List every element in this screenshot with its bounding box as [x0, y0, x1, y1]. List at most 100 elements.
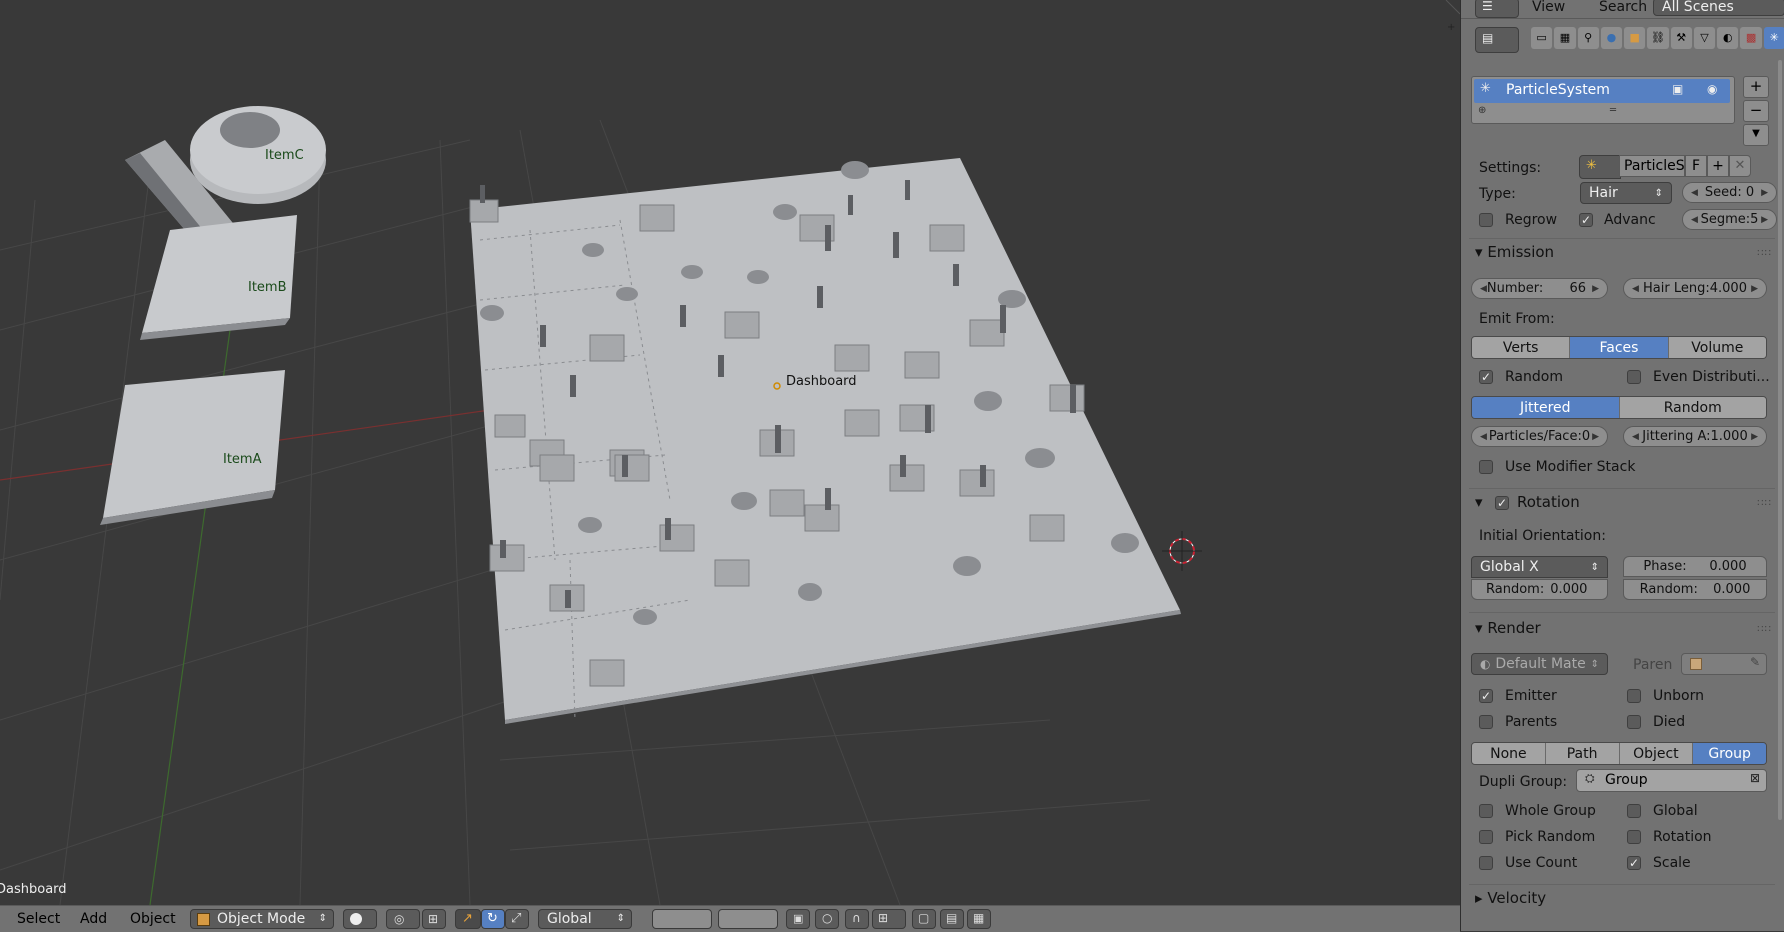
emitter-checkbox[interactable]: ✓: [1479, 689, 1493, 703]
rotation-checkbox[interactable]: [1627, 830, 1641, 844]
3d-viewport[interactable]: + ItemC ItemB ItemA Dashboard Dashboard: [0, 0, 1460, 905]
use-modifier-stack-checkbox[interactable]: [1479, 460, 1493, 474]
material-dropdown[interactable]: ◐ Default Mate ⇕: [1471, 653, 1608, 675]
render-camera-icon[interactable]: ▣: [1672, 82, 1683, 96]
pick-random-checkbox[interactable]: [1479, 830, 1493, 844]
unlink-settings-button[interactable]: ✕: [1729, 155, 1751, 177]
distribution-random-button[interactable]: Random: [1619, 397, 1766, 418]
snap-element-button[interactable]: ⊞: [872, 909, 906, 929]
render-as-path-button[interactable]: Path: [1545, 743, 1620, 764]
particles-per-face-field[interactable]: ◀ Particles/Face:0 ▶: [1471, 426, 1608, 447]
remove-particle-system-button[interactable]: −: [1743, 100, 1769, 122]
render-animation-button[interactable]: ▤: [940, 909, 964, 929]
menu-add[interactable]: Add: [80, 911, 107, 927]
jittering-amount-field[interactable]: ◀ Jittering A:1.000 ▶: [1623, 426, 1767, 447]
random-checkbox[interactable]: ✓: [1479, 370, 1493, 384]
proportional-edit-button[interactable]: ○: [815, 909, 839, 929]
manipulator-toggle[interactable]: ⊞: [422, 909, 446, 929]
drag-grip-icon[interactable]: ∷∷: [1757, 624, 1772, 635]
emission-panel-header[interactable]: ▾ Emission: [1475, 243, 1554, 261]
settings-browse-button[interactable]: ✳: [1579, 155, 1621, 179]
opengl-render-button[interactable]: ▢: [912, 909, 936, 929]
segments-field[interactable]: ◀ Segme:5 ▶: [1682, 209, 1777, 230]
render-as-object-button[interactable]: Object: [1619, 743, 1694, 764]
menu-view[interactable]: View: [1532, 0, 1565, 15]
global-checkbox[interactable]: [1627, 804, 1641, 818]
decrement-arrow-icon[interactable]: ◀: [1480, 432, 1487, 442]
scale-manipulator-button[interactable]: ⤢: [505, 909, 529, 929]
mode-selector[interactable]: Object Mode ⇕: [190, 909, 334, 929]
menu-select[interactable]: Select: [17, 911, 60, 927]
scene-tab-icon[interactable]: ⚲: [1577, 27, 1599, 49]
fake-user-button[interactable]: F: [1685, 155, 1707, 177]
snap-toggle[interactable]: ∩: [845, 909, 869, 929]
whole-group-checkbox[interactable]: [1479, 804, 1493, 818]
rotation-enabled-checkbox[interactable]: ✓: [1495, 496, 1509, 510]
emit-from-volume-button[interactable]: Volume: [1668, 337, 1766, 358]
orientation-random-field[interactable]: Random: 0.000: [1471, 579, 1608, 600]
filter-icon[interactable]: ⊕: [1478, 105, 1486, 116]
decrement-arrow-icon[interactable]: ◀: [1480, 284, 1487, 294]
initial-orientation-dropdown[interactable]: Global X ⇕: [1471, 556, 1608, 578]
use-count-checkbox[interactable]: [1479, 856, 1493, 870]
parents-checkbox[interactable]: [1479, 715, 1493, 729]
settings-name-field[interactable]: ParticleSe: [1619, 155, 1685, 177]
advanced-checkbox[interactable]: ✓: [1579, 213, 1593, 227]
render-layers-tab-icon[interactable]: ▦: [1554, 27, 1576, 49]
render-panel-header[interactable]: ▾ Render: [1475, 619, 1541, 637]
add-particle-system-button[interactable]: +: [1743, 76, 1769, 98]
increment-arrow-icon[interactable]: ▶: [1761, 188, 1768, 198]
increment-arrow-icon[interactable]: ▶: [1761, 215, 1768, 225]
render-as-none-button[interactable]: None: [1472, 743, 1546, 764]
hair-length-field[interactable]: ◀ Hair Leng:4.000 ▶: [1623, 278, 1767, 299]
world-tab-icon[interactable]: ●: [1600, 27, 1623, 49]
editor-type-button[interactable]: ☰: [1475, 0, 1519, 18]
drag-grip-icon[interactable]: ∷∷: [1757, 248, 1772, 259]
died-checkbox[interactable]: [1627, 715, 1641, 729]
specials-menu-button[interactable]: ▼: [1743, 124, 1769, 146]
pivot-point-button[interactable]: ◎: [386, 909, 420, 929]
menu-object[interactable]: Object: [130, 911, 176, 927]
emit-from-verts-button[interactable]: Verts: [1472, 337, 1571, 358]
even-distribution-checkbox[interactable]: [1627, 370, 1641, 384]
decrement-arrow-icon[interactable]: ◀: [1632, 284, 1639, 294]
resize-grip-icon[interactable]: ═: [1610, 105, 1616, 116]
layers-group-2[interactable]: [718, 909, 778, 929]
particle-system-item[interactable]: ✳ ParticleSystem ▣ ◉: [1474, 79, 1730, 103]
material-tab-icon[interactable]: ◐: [1717, 27, 1739, 49]
drag-grip-icon[interactable]: ∷∷: [1757, 498, 1772, 509]
clear-icon[interactable]: ⊠: [1750, 771, 1760, 785]
extra-tool-button[interactable]: ▦: [967, 909, 991, 929]
decrement-arrow-icon[interactable]: ◀: [1691, 215, 1698, 225]
constraints-tab-icon[interactable]: ⛓: [1647, 27, 1669, 49]
properties-editor-type-button[interactable]: ▤: [1475, 27, 1519, 53]
increment-arrow-icon[interactable]: ▶: [1592, 284, 1599, 294]
unborn-checkbox[interactable]: [1627, 689, 1641, 703]
phase-field[interactable]: Phase: 0.000: [1623, 556, 1767, 577]
layers-group-1[interactable]: [652, 909, 712, 929]
panel-scrollbar[interactable]: [1778, 60, 1782, 820]
scale-checkbox[interactable]: ✓: [1627, 856, 1641, 870]
type-dropdown[interactable]: Hair ⇕: [1580, 182, 1672, 204]
parent-field[interactable]: ✎: [1681, 653, 1767, 675]
velocity-panel-header[interactable]: ▸ Velocity: [1475, 889, 1546, 907]
new-settings-button[interactable]: +: [1707, 155, 1729, 177]
rotation-panel-header[interactable]: ▾: [1475, 493, 1483, 511]
modifiers-tab-icon[interactable]: ⚒: [1670, 27, 1692, 49]
increment-arrow-icon[interactable]: ▶: [1751, 432, 1758, 442]
menu-search[interactable]: Search: [1599, 0, 1647, 15]
distribution-jittered-button[interactable]: Jittered: [1472, 397, 1620, 418]
render-tab-icon[interactable]: ▭: [1531, 27, 1553, 49]
eye-icon[interactable]: ◉: [1707, 82, 1717, 96]
seed-field[interactable]: ◀ Seed: 0 ▶: [1682, 182, 1777, 203]
scenes-dropdown[interactable]: All Scenes: [1653, 0, 1784, 16]
decrement-arrow-icon[interactable]: ◀: [1632, 432, 1639, 442]
phase-random-field[interactable]: Random: 0.000: [1623, 579, 1767, 600]
emit-from-faces-button[interactable]: Faces: [1570, 337, 1669, 358]
render-as-group-button[interactable]: Group: [1693, 743, 1766, 764]
lock-layers-button[interactable]: ▣: [786, 909, 810, 929]
increment-arrow-icon[interactable]: ▶: [1592, 432, 1599, 442]
rotate-manipulator-button[interactable]: ↻: [481, 909, 505, 929]
dupli-group-field[interactable]: ⛭ Group ⊠: [1576, 769, 1767, 792]
eyedropper-icon[interactable]: ✎: [1750, 655, 1760, 669]
